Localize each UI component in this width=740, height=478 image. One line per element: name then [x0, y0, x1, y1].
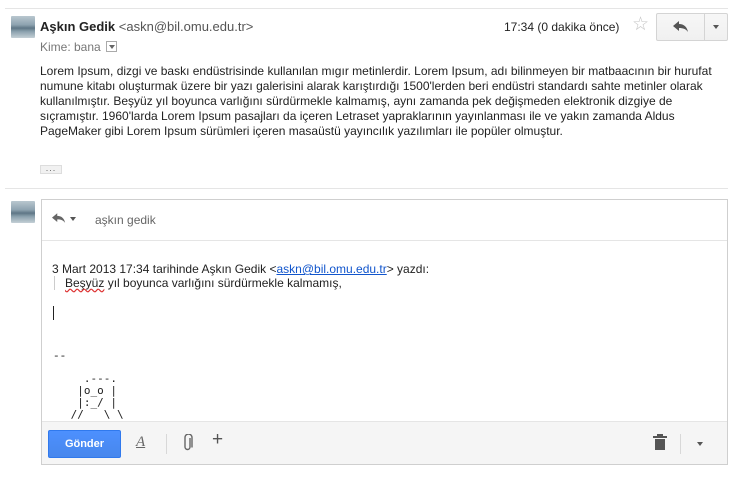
reply-icon — [52, 213, 66, 223]
send-button[interactable]: Gönder — [48, 430, 121, 458]
signature-ascii-art: .---. |o_o | |:_/ | // \ \ — [70, 372, 124, 421]
quote-intro-end: > yazdı: — [386, 262, 430, 276]
toolbar-divider — [680, 434, 681, 454]
more-options-button[interactable] — [697, 442, 703, 446]
insert-more-button[interactable]: + — [212, 430, 223, 449]
signature-separator: -- — [53, 351, 67, 363]
attach-button[interactable] — [182, 433, 194, 455]
recipient-line: Kime: bana — [40, 40, 118, 54]
reply-button[interactable] — [657, 14, 705, 40]
message-editor[interactable]: 3 Mart 2013 17:34 tarihinde Aşkın Gedik … — [42, 241, 727, 421]
middle-divider — [5, 188, 728, 189]
chevron-down-icon — [697, 442, 703, 446]
star-icon[interactable]: ☆ — [632, 15, 649, 34]
misspelled-word: Beşyüz — [65, 276, 105, 290]
formatting-options-button[interactable]: A — [136, 434, 145, 451]
quoted-text: Beşyüz yıl boyunca varlığını sürdürmekle… — [54, 276, 342, 290]
my-avatar — [11, 201, 35, 223]
message-time: 17:34 (0 dakika önce) — [504, 20, 620, 34]
compose-toolbar: Gönder A + — [42, 421, 727, 464]
paperclip-icon — [184, 433, 193, 451]
sender-avatar[interactable] — [11, 16, 35, 38]
quoted-text-word: kalmamış — [287, 276, 339, 290]
recipient-field[interactable]: aşkın gedik — [95, 213, 156, 227]
quoted-text-part: yıl boyunca varlığını sürdürmekle — [104, 276, 288, 290]
recipient-label: Kime: bana — [40, 40, 101, 54]
trash-icon — [653, 434, 667, 450]
show-trimmed-content-button[interactable]: ... — [40, 164, 62, 174]
top-divider — [5, 8, 728, 9]
reply-type-dropdown[interactable] — [52, 213, 76, 224]
show-details-dropdown[interactable] — [106, 41, 118, 53]
sender-name[interactable]: Aşkın Gedik — [40, 19, 115, 34]
chevron-down-icon — [70, 216, 76, 221]
reply-compose-box: aşkın gedik 3 Mart 2013 17:34 tarihinde … — [41, 199, 728, 465]
quoted-text-end: , — [338, 276, 342, 290]
quote-header: 3 Mart 2013 17:34 tarihinde Aşkın Gedik … — [52, 262, 429, 276]
quote-email-link[interactable]: askn@bil.omu.edu.tr — [276, 262, 386, 276]
reply-button-group — [656, 13, 728, 41]
sender-email: <askn@bil.omu.edu.tr> — [118, 19, 254, 34]
sender-line: Aşkın Gedik <askn@bil.omu.edu.tr> — [40, 19, 253, 34]
text-cursor — [53, 306, 54, 320]
recipient-row: aşkın gedik — [42, 200, 727, 241]
reply-icon — [672, 21, 688, 32]
chevron-down-icon — [713, 25, 719, 29]
message-body: Lorem Ipsum, dizgi ve baskı endüstrisind… — [40, 64, 712, 138]
discard-draft-button[interactable] — [653, 434, 667, 453]
more-actions-button[interactable] — [705, 14, 727, 40]
toolbar-divider — [166, 434, 167, 454]
quote-intro: 3 Mart 2013 17:34 tarihinde Aşkın Gedik … — [52, 262, 277, 276]
